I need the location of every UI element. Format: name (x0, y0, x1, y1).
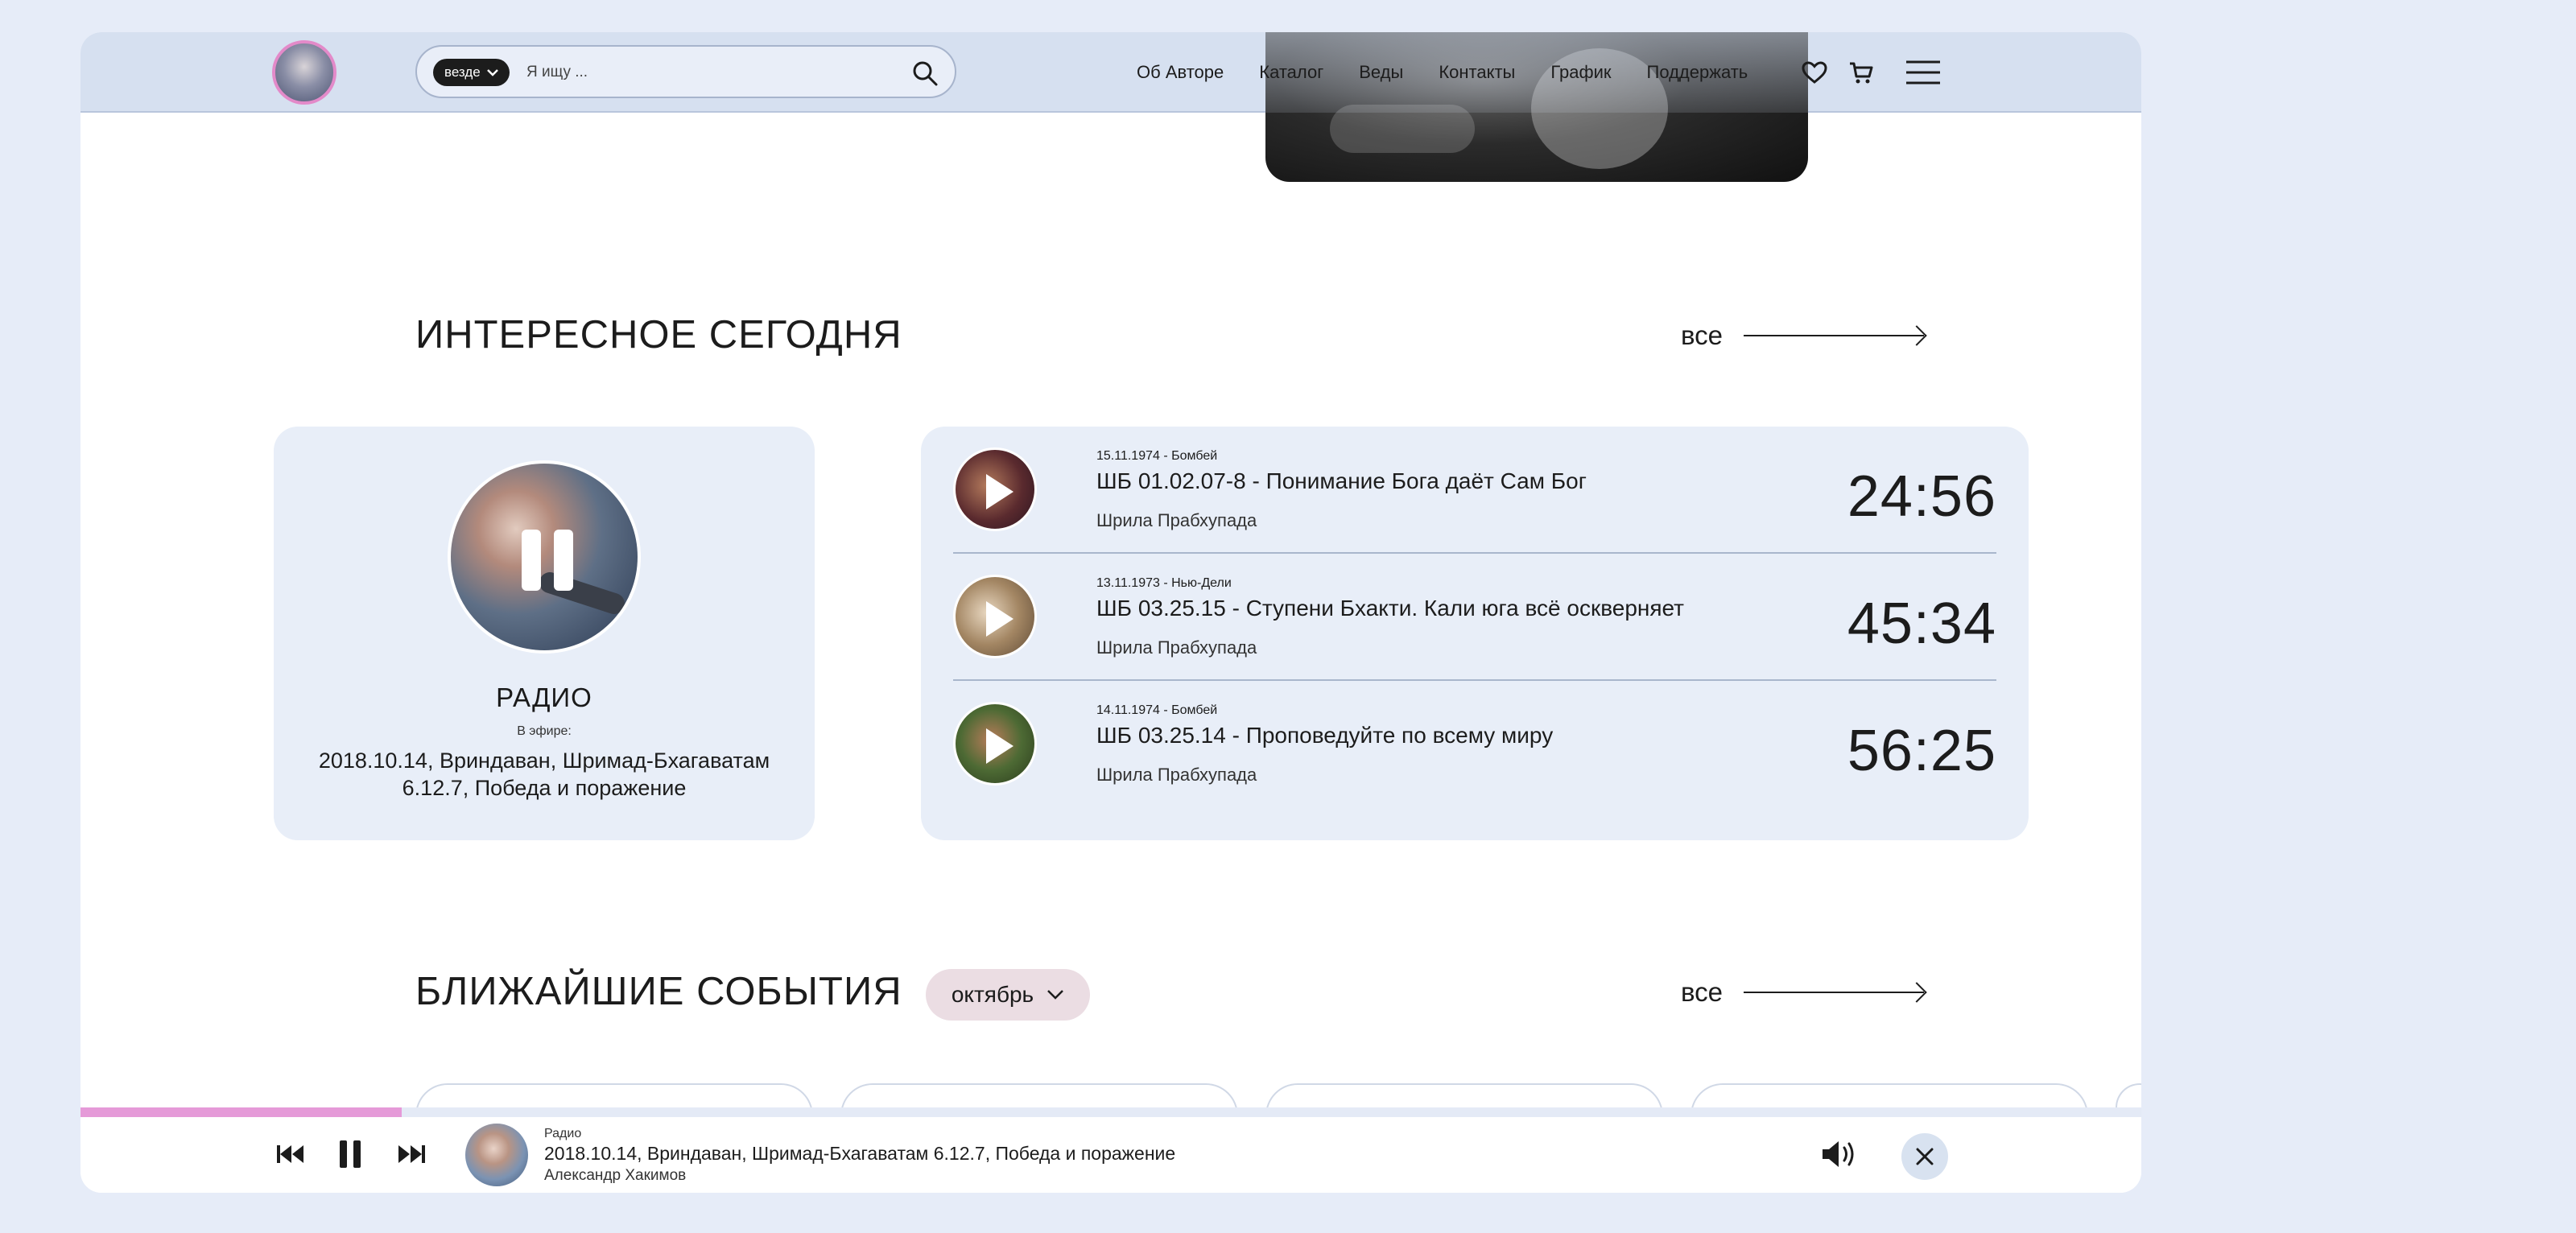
track-item[interactable]: 14.11.1974 - Бомбей ШБ 03.25.14 - Пропов… (953, 681, 1996, 808)
track-duration: 56:25 (1847, 719, 1996, 783)
track-duration: 45:34 (1847, 592, 1996, 656)
track-author: Шрила Прабхупада (1096, 765, 1257, 785)
track-thumb[interactable] (953, 702, 1037, 786)
section-title-events: БЛИЖАЙШИЕ СОБЫТИЯ (415, 970, 902, 1013)
month-label: октябрь (951, 982, 1034, 1007)
nav-link-vedas[interactable]: Веды (1359, 62, 1403, 83)
track-meta: 14.11.1974 - Бомбей (1096, 703, 1218, 717)
menu-icon[interactable] (1906, 60, 1940, 85)
nav-link-contacts[interactable]: Контакты (1439, 62, 1515, 83)
search-scope-dropdown[interactable]: везде (433, 59, 510, 86)
volume-icon[interactable] (1821, 1140, 1858, 1169)
track-title[interactable]: ШБ 03.25.14 - Проповедуйте по всему миру (1096, 723, 1553, 748)
nav-link-support[interactable]: Поддержать (1647, 62, 1748, 83)
chevron-down-icon (1047, 990, 1064, 1000)
player-thumbnail (465, 1124, 528, 1186)
see-all-label: все (1681, 320, 1724, 350)
radio-card: РАДИО В эфире: 2018.10.14, Вриндаван, Шр… (274, 427, 815, 840)
audio-player: Радио 2018.10.14, Вриндаван, Шримад-Бхаг… (80, 1117, 2141, 1193)
nav-link-schedule[interactable]: График (1550, 62, 1611, 83)
see-all-interesting-link[interactable]: все (1681, 320, 1925, 351)
arrow-right-icon (1744, 992, 1925, 993)
track-meta: 15.11.1974 - Бомбей (1096, 449, 1218, 463)
track-title[interactable]: ШБ 03.25.15 - Ступени Бхакти. Кали юга в… (1096, 596, 1684, 621)
track-author: Шрила Прабхупада (1096, 510, 1257, 530)
track-title[interactable]: ШБ 01.02.07-8 - Понимание Бога даёт Сам … (1096, 468, 1587, 494)
radio-avatar[interactable] (448, 460, 641, 654)
month-dropdown[interactable]: октябрь (926, 969, 1090, 1021)
track-item[interactable]: 13.11.1973 - Нью-Дели ШБ 03.25.15 - Ступ… (953, 554, 1996, 681)
site-header (80, 32, 2141, 113)
close-icon (1916, 1148, 1934, 1165)
play-icon[interactable] (986, 601, 1013, 637)
player-progress-fill (80, 1107, 402, 1117)
player-track-author: Александр Хакимов (544, 1167, 687, 1184)
track-thumb[interactable] (953, 575, 1037, 658)
nav-link-about[interactable]: Об Авторе (1137, 62, 1224, 83)
track-meta: 13.11.1973 - Нью-Дели (1096, 576, 1232, 590)
see-all-label: все (1681, 977, 1724, 1007)
search-icon[interactable] (911, 60, 939, 87)
close-player-button[interactable] (1901, 1133, 1948, 1180)
play-icon[interactable] (986, 474, 1013, 509)
player-track-title: 2018.10.14, Вриндаван, Шримад-Бхагаватам… (544, 1143, 1176, 1164)
search-scope-label: везде (444, 64, 481, 80)
radio-now-playing: 2018.10.14, Вриндаван, Шримад-Бхагаватам… (318, 748, 770, 800)
search-input[interactable] (526, 56, 897, 89)
next-track-icon[interactable] (398, 1144, 425, 1164)
cart-icon[interactable] (1848, 61, 1874, 85)
see-all-events-link[interactable]: все (1681, 977, 1925, 1008)
track-duration: 24:56 (1847, 464, 1996, 529)
track-author: Шрила Прабхупада (1096, 637, 1257, 658)
search-bar: везде (415, 45, 956, 98)
app-window: везде Об Авторе Каталог Веды Контакты Гр… (80, 32, 2141, 1193)
track-item[interactable]: 15.11.1974 - Бомбей ШБ 01.02.07-8 - Пони… (953, 427, 1996, 554)
player-progress-bar[interactable] (80, 1107, 2141, 1117)
radio-on-air-label: В эфире: (517, 724, 572, 738)
site-logo-avatar[interactable] (272, 40, 336, 105)
radio-title: РАДИО (496, 682, 592, 712)
track-thumb[interactable] (953, 447, 1037, 531)
pause-icon[interactable] (522, 530, 573, 591)
pause-icon[interactable] (338, 1140, 362, 1169)
player-kind: Радио (544, 1127, 582, 1140)
chevron-down-icon (486, 69, 498, 76)
tracks-card: 15.11.1974 - Бомбей ШБ 01.02.07-8 - Пони… (921, 427, 2029, 840)
arrow-right-icon (1744, 335, 1925, 336)
play-icon[interactable] (986, 728, 1013, 764)
heart-icon[interactable] (1802, 61, 1827, 84)
section-title-interesting: ИНТЕРЕСНОЕ СЕГОДНЯ (415, 313, 902, 357)
previous-track-icon[interactable] (277, 1144, 304, 1164)
nav-link-catalog[interactable]: Каталог (1259, 62, 1323, 83)
main-nav: Об Авторе Каталог Веды Контакты График П… (1137, 32, 1748, 113)
